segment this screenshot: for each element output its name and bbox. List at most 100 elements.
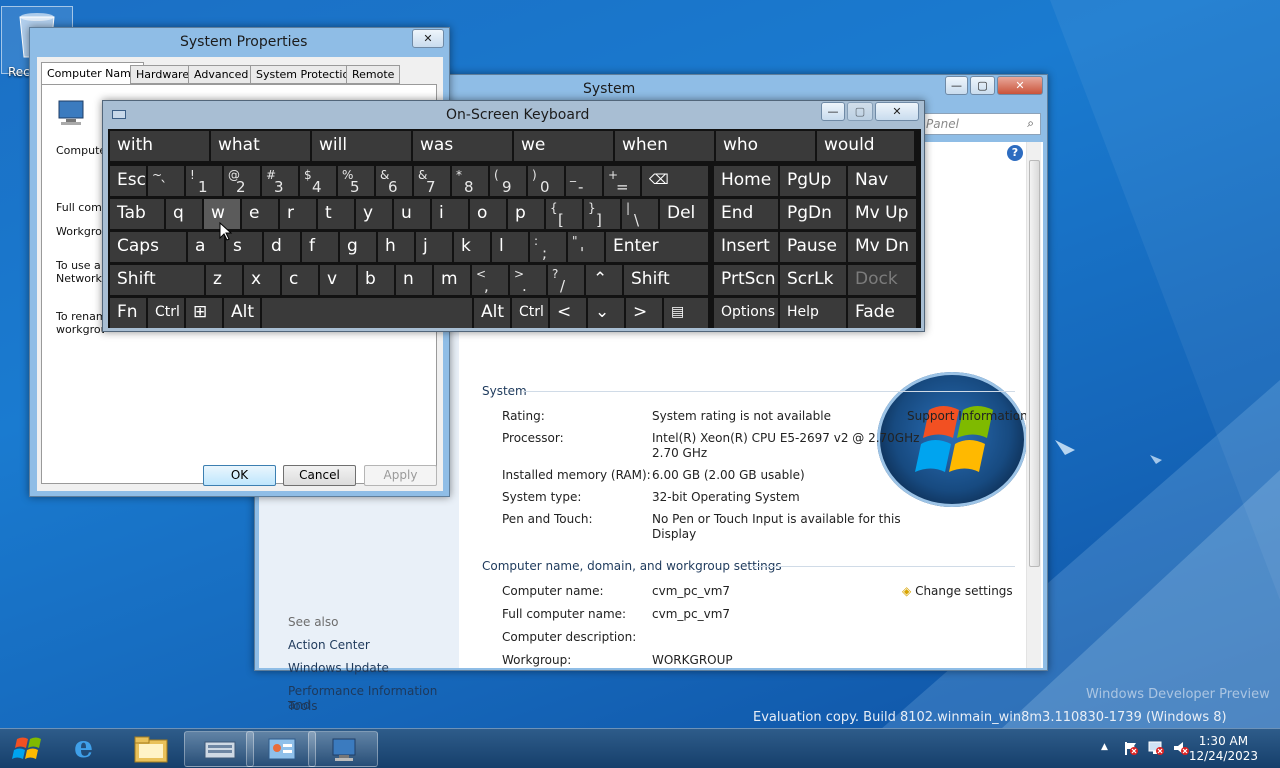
prediction-when[interactable]: when: [615, 131, 714, 161]
key-digit-4[interactable]: $4: [300, 166, 336, 196]
key-e[interactable]: e: [242, 199, 278, 229]
key-y[interactable]: y: [356, 199, 392, 229]
key-enter[interactable]: Enter: [606, 232, 708, 262]
prediction-was[interactable]: was: [413, 131, 512, 161]
key-digit-=[interactable]: + =: [604, 166, 640, 196]
key-digit--[interactable]: _ -: [566, 166, 602, 196]
search-input[interactable]: Panel ⌕: [919, 113, 1041, 135]
key-digit-8[interactable]: * 8: [452, 166, 488, 196]
ok-button[interactable]: OK: [203, 465, 276, 486]
key-arrow-down[interactable]: ⌄: [588, 298, 624, 328]
key-q[interactable]: q: [166, 199, 202, 229]
key-options[interactable]: Options: [714, 298, 778, 328]
key-p[interactable]: p: [508, 199, 544, 229]
prediction-would[interactable]: would: [817, 131, 914, 161]
key-punct3-1[interactable]: " ': [568, 232, 604, 262]
key-esc[interactable]: Esc: [110, 166, 146, 196]
osk-close-button[interactable]: ✕: [875, 102, 919, 121]
key-fn[interactable]: Fn: [110, 298, 146, 328]
key-digit-3[interactable]: #3: [262, 166, 298, 196]
key-alt-left[interactable]: Alt: [224, 298, 260, 328]
key-digit-6[interactable]: & 6: [376, 166, 412, 196]
key-digit-7[interactable]: & 7: [414, 166, 450, 196]
key-punct4-1[interactable]: >.: [510, 265, 546, 295]
key-ctrl-left[interactable]: Ctrl: [148, 298, 184, 328]
key-digit-9[interactable]: (9: [490, 166, 526, 196]
key-digit-`[interactable]: ~ `: [148, 166, 184, 196]
prediction-who[interactable]: who: [716, 131, 815, 161]
key-arrow-up[interactable]: ⌃: [586, 265, 622, 295]
close-button[interactable]: ✕: [412, 29, 444, 48]
key-bracket-0[interactable]: {[: [546, 199, 582, 229]
minimize-button[interactable]: —: [945, 76, 968, 95]
key-bracket-1[interactable]: }]: [584, 199, 620, 229]
network-icon[interactable]: [1147, 740, 1165, 756]
key-pgdn[interactable]: PgDn: [780, 199, 846, 229]
key-space[interactable]: [262, 298, 472, 328]
file-explorer-button[interactable]: [122, 731, 178, 767]
key-digit-0[interactable]: ) 0: [528, 166, 564, 196]
key-t[interactable]: t: [318, 199, 354, 229]
start-button[interactable]: [4, 730, 52, 768]
key-pause[interactable]: Pause: [780, 232, 846, 262]
key-i[interactable]: i: [432, 199, 468, 229]
osk-minimize-button[interactable]: —: [821, 102, 845, 121]
rating-value-link[interactable]: System rating is not available: [652, 409, 831, 423]
key-end[interactable]: End: [714, 199, 778, 229]
scrollbar-thumb[interactable]: [1029, 160, 1040, 567]
volume-muted-icon[interactable]: [1172, 740, 1190, 756]
key-caps[interactable]: Caps: [110, 232, 186, 262]
key-shift-left[interactable]: Shift: [110, 265, 204, 295]
key-v[interactable]: v: [320, 265, 356, 295]
taskbar-osk-button[interactable]: [184, 731, 254, 767]
key-h[interactable]: h: [378, 232, 414, 262]
tab-hardware[interactable]: Hardware: [130, 65, 196, 84]
link-windows-update[interactable]: Windows Update: [288, 661, 389, 675]
help-icon[interactable]: ?: [1007, 145, 1023, 161]
key-punct4-0[interactable]: <,: [472, 265, 508, 295]
prediction-with[interactable]: with: [110, 131, 209, 161]
key-dock[interactable]: Dock: [848, 265, 916, 295]
key-nav[interactable]: Nav: [848, 166, 916, 196]
taskbar-control-panel-button[interactable]: [246, 731, 316, 767]
change-settings-link[interactable]: ◈ Change settings: [902, 584, 1013, 598]
key-j[interactable]: j: [416, 232, 452, 262]
prediction-what[interactable]: what: [211, 131, 310, 161]
tab-remote[interactable]: Remote: [346, 65, 401, 84]
osk-maximize-button[interactable]: ▢: [847, 102, 873, 121]
key-f[interactable]: f: [302, 232, 338, 262]
prediction-we[interactable]: we: [514, 131, 613, 161]
key-backspace[interactable]: ⌫: [642, 166, 708, 196]
key-mv-dn[interactable]: Mv Dn: [848, 232, 916, 262]
system-properties-titlebar[interactable]: System Properties ✕: [30, 28, 449, 56]
osk-titlebar[interactable]: On-Screen Keyboard — ▢ ✕: [103, 101, 924, 129]
key-digit-2[interactable]: @2: [224, 166, 260, 196]
key-k[interactable]: k: [454, 232, 490, 262]
key-alt-right[interactable]: Alt: [474, 298, 510, 328]
key-home[interactable]: Home: [714, 166, 778, 196]
tab-computer-name[interactable]: Computer Name: [41, 62, 144, 85]
maximize-button[interactable]: ▢: [970, 76, 995, 95]
key-u[interactable]: u: [394, 199, 430, 229]
key-digit-1[interactable]: ! 1: [186, 166, 222, 196]
on-screen-keyboard-window[interactable]: On-Screen Keyboard — ▢ ✕ with what will was…: [102, 100, 925, 332]
key-fade[interactable]: Fade: [848, 298, 916, 328]
key-ctrl-right[interactable]: Ctrl: [512, 298, 548, 328]
internet-explorer-button[interactable]: e: [62, 731, 116, 767]
link-action-center[interactable]: Action Center: [288, 638, 370, 652]
key-help[interactable]: Help: [780, 298, 846, 328]
taskbar-system-button[interactable]: [308, 731, 378, 767]
key-tab[interactable]: Tab: [110, 199, 164, 229]
support-information-link[interactable]: Support Information: [907, 409, 1028, 423]
key-mv-up[interactable]: Mv Up: [848, 199, 916, 229]
key-shift-right[interactable]: Shift: [624, 265, 708, 295]
key-punct4-2[interactable]: ? /: [548, 265, 584, 295]
key-bracket-2[interactable]: | \: [622, 199, 658, 229]
key-del[interactable]: Del: [660, 199, 708, 229]
key-menu[interactable]: ▤: [664, 298, 708, 328]
key-windows[interactable]: ⊞: [186, 298, 222, 328]
vertical-scrollbar[interactable]: [1026, 142, 1041, 668]
tray-expand-icon[interactable]: ▲: [1101, 742, 1108, 752]
key-arrow-left[interactable]: <: [550, 298, 586, 328]
key-o[interactable]: o: [470, 199, 506, 229]
